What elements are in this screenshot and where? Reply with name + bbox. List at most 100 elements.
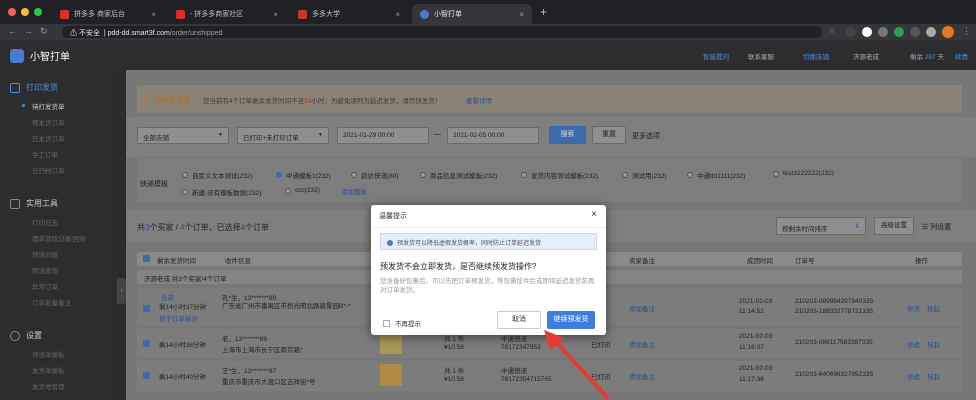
end-date-input[interactable]: 2021-02-05 00:00 — [447, 127, 539, 144]
template-radio-3[interactable]: 韵达快递(80) — [351, 170, 399, 180]
sidebar-item-abnormal[interactable]: 异常订单 — [32, 281, 58, 291]
browser-tab-4[interactable]: 小智打单 × — [412, 4, 532, 24]
browser-tab-1[interactable]: 拼多多 商家后台 × — [52, 4, 164, 24]
checkbox-icon[interactable] — [383, 319, 390, 327]
switch-shop-link[interactable]: 切换店铺 — [803, 51, 829, 61]
template-radio-7[interactable]: 中通tttt1111(232) — [687, 170, 745, 180]
template-radio-8[interactable]: test3222222(232) — [773, 170, 834, 177]
forward-icon[interactable]: → — [24, 26, 33, 36]
reload-icon[interactable]: ↻ — [40, 26, 48, 37]
product-thumbnail — [380, 332, 402, 354]
row-checkbox[interactable] — [143, 305, 150, 312]
edit-link[interactable]: 修改 — [907, 339, 920, 349]
extension-icon[interactable] — [878, 27, 888, 37]
suspend-link[interactable]: 挂起 — [927, 371, 940, 381]
extension-icon[interactable] — [862, 27, 872, 37]
sidebar-collapse-handle[interactable]: ‹ — [117, 278, 126, 304]
row-checkbox[interactable] — [143, 340, 150, 347]
close-tab-icon[interactable]: × — [395, 10, 400, 19]
sidebar-item-address[interactable]: 发货地管理 — [32, 381, 65, 391]
cancel-button[interactable]: 取消 — [497, 311, 541, 329]
window-controls[interactable] — [8, 8, 42, 16]
browser-menu-icon[interactable]: ⋮ — [962, 26, 971, 37]
browser-tab-3[interactable]: 多多大学 × — [290, 4, 408, 24]
split-suborder-link[interactable]: 按子订单拆分 — [159, 313, 198, 323]
edit-link[interactable]: 修改 — [907, 371, 920, 381]
sidebar-group-settings[interactable]: 设置 — [10, 330, 42, 341]
browser-tab-2[interactable]: - 拼多多商家社区 × — [168, 4, 286, 24]
extension-icon[interactable] — [894, 27, 904, 37]
search-button[interactable]: 搜索 — [549, 126, 586, 144]
template-radio-1[interactable]: 自定义文本测试(232) — [182, 170, 253, 180]
row-checkbox[interactable] — [143, 372, 150, 379]
continue-preship-button[interactable]: 继续预发货 — [547, 311, 595, 329]
new-tab-icon[interactable]: + — [540, 5, 547, 19]
advanced-settings-button[interactable]: 高级设置 — [874, 217, 914, 235]
address-bar-row: ← → ↻ ⚠ 不安全 | pdd-dd.smart3f.com/order/u… — [0, 24, 976, 40]
sidebar-item-prefulfilled[interactable]: 预发货订单 — [32, 117, 65, 127]
edit-link[interactable]: 修改 — [907, 303, 920, 313]
more-options-link[interactable]: 更多选项 — [632, 131, 660, 141]
extension-icon[interactable] — [846, 27, 856, 37]
sidebar-group-print[interactable]: 打印发货 — [10, 82, 58, 93]
minimize-window-icon[interactable] — [21, 8, 29, 16]
shop-select[interactable]: 全部店铺 ▼ — [137, 127, 229, 144]
shop-account-menu[interactable]: 济源老成 — [853, 51, 879, 61]
select-all-checkbox[interactable] — [143, 255, 150, 262]
sidebar-item-waybill-records[interactable]: 面单获取记录/回收 — [32, 233, 86, 243]
renew-link[interactable]: 续费 — [955, 51, 968, 61]
add-template-link[interactable]: 添加模板 — [341, 186, 367, 196]
maximize-window-icon[interactable] — [34, 8, 42, 16]
sidebar-item-pending[interactable]: 待打发货单 — [22, 101, 65, 111]
sidebar: 打印发货 待打发货单 预发货订单 已发货订单 手工订单 已归档订单 实用工具 打… — [0, 70, 117, 400]
sidebar-item-tracking[interactable]: 物流查询 — [32, 265, 58, 275]
profile-avatar-icon[interactable] — [942, 26, 954, 38]
add-note-link[interactable]: 添加备注 — [629, 339, 655, 349]
sidebar-item-reconcile[interactable]: 快递对账 — [32, 249, 58, 259]
template-radio-6[interactable]: 测试用(232) — [622, 170, 667, 180]
smart-question-link[interactable]: 智能提问 — [703, 51, 729, 61]
sidebar-item-print-log[interactable]: 打印日志 — [32, 217, 58, 227]
template-radio-5[interactable]: 发货内容测试模板(232) — [521, 170, 598, 180]
view-details-link[interactable]: 查看详情 — [466, 95, 492, 105]
column-settings-button[interactable]: ☰ 列设置 — [922, 222, 951, 232]
remaining-unit: 天 — [937, 54, 944, 61]
bookmark-star-icon[interactable]: ☆ — [828, 26, 838, 36]
contact-support-link[interactable]: 联系客服 — [748, 51, 774, 61]
app-logo[interactable]: 小智打单 — [10, 48, 70, 63]
radio-icon — [521, 172, 527, 178]
template-radio-4[interactable]: 商品信息测试模板(232) — [420, 170, 497, 180]
puzzle-icon[interactable] — [910, 27, 920, 37]
dialog-question: 预发货不会立即发货，是否继续预发货操作? — [380, 262, 537, 271]
sidebar-item-batch-note[interactable]: 订单批量备注 — [32, 297, 71, 307]
url-field[interactable]: ⚠ 不安全 | pdd-dd.smart3f.com/order/unshipp… — [62, 26, 822, 38]
sidebar-item-archived[interactable]: 已归档订单 — [32, 165, 65, 175]
template-option-label: 自定义文本测试(232) — [192, 173, 253, 180]
sidebar-item-manual[interactable]: 手工订单 — [32, 149, 58, 159]
template-radio-9[interactable]: 新建-没有模板数据(232) — [182, 187, 261, 197]
sidebar-group-tools[interactable]: 实用工具 — [10, 198, 58, 209]
suspend-link[interactable]: 挂起 — [927, 339, 940, 349]
sidebar-item-shipped[interactable]: 已发货订单 — [32, 133, 65, 143]
sort-select[interactable]: 按剩余时间排序 ⇕ — [776, 217, 866, 235]
sidebar-item-express-template[interactable]: 快递单模板 — [32, 349, 65, 359]
item-price: ¥10.58 — [444, 344, 464, 351]
print-status-select[interactable]: 已打印+未打印订单 ▼ — [237, 127, 329, 144]
add-note-link[interactable]: 添加备注 — [629, 371, 655, 381]
count-mid1: 个买家 / — [149, 223, 178, 232]
close-icon[interactable]: × — [591, 209, 597, 220]
suspend-link[interactable]: 挂起 — [927, 303, 940, 313]
close-tab-icon[interactable]: × — [519, 10, 524, 19]
add-note-link[interactable]: 添加备注 — [629, 303, 655, 313]
sidebar-item-invoice-template[interactable]: 发货单模板 — [32, 365, 65, 375]
extension-icon[interactable] — [926, 27, 936, 37]
close-tab-icon[interactable]: × — [273, 10, 278, 19]
start-date-input[interactable]: 2021-01-29 00:00 — [337, 127, 429, 144]
close-window-icon[interactable] — [8, 8, 16, 16]
template-radio-2[interactable]: 中通模板1(232) — [276, 170, 331, 180]
back-icon[interactable]: ← — [8, 26, 17, 36]
close-tab-icon[interactable]: × — [151, 10, 156, 19]
template-radio-10[interactable]: ccc(232) — [285, 187, 320, 194]
reset-button[interactable]: 重置 — [592, 126, 626, 144]
no-remind-checkbox[interactable]: 不再提示 — [383, 318, 421, 328]
